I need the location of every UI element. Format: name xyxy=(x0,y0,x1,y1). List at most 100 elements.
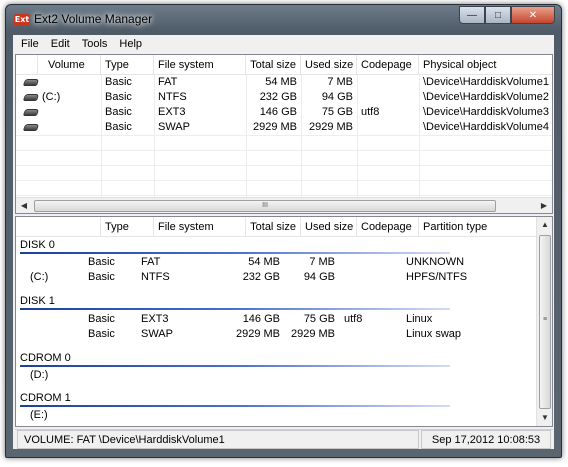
maximize-button[interactable]: □ xyxy=(485,6,511,24)
volume-row[interactable]: (C:) Basic NTFS 232 GB 94 GB \Device\Har… xyxy=(16,90,552,105)
column-header-icon[interactable] xyxy=(16,55,38,75)
volume-type: Basic xyxy=(105,91,132,103)
column-header-volume[interactable]: Volume xyxy=(38,55,101,75)
volume-letter xyxy=(38,75,101,90)
scroll-left-arrow-icon[interactable]: ◀ xyxy=(16,198,32,213)
volume-total-size: 146 GB xyxy=(259,106,297,118)
volume-file-system: EXT3 xyxy=(158,106,186,118)
vertical-scroll-thumb[interactable]: ≡ xyxy=(539,235,551,409)
volume-list[interactable]: Volume Type File system Total size Used … xyxy=(15,54,553,214)
partition-type-kind: Basic xyxy=(88,256,115,268)
caption-buttons: — □ ✕ xyxy=(459,6,555,24)
volume-codepage: utf8 xyxy=(361,106,380,118)
partition-codepage: utf8 xyxy=(344,313,363,325)
volume-total-size: 232 GB xyxy=(259,91,297,103)
scroll-down-arrow-icon[interactable]: ▼ xyxy=(537,410,552,426)
column-header-file-system[interactable]: File system xyxy=(154,217,246,237)
horizontal-scrollbar[interactable]: ◀ III ▶ xyxy=(16,197,552,213)
scroll-up-arrow-icon[interactable]: ▲ xyxy=(537,217,552,233)
volume-file-system: NTFS xyxy=(158,91,187,103)
horizontal-scroll-thumb[interactable]: III xyxy=(34,200,496,212)
disk-group-label[interactable]: DISK 1 xyxy=(20,294,55,308)
column-header-partition-type[interactable]: Partition type xyxy=(419,217,538,237)
column-header-physical-object[interactable]: Physical object xyxy=(419,55,552,75)
volume-type: Basic xyxy=(105,106,132,118)
partition-used-size: 75 GB xyxy=(303,313,335,325)
menu-edit[interactable]: Edit xyxy=(45,38,76,50)
disk-icon xyxy=(20,105,40,120)
partition-total-size: 2929 MB xyxy=(235,328,280,340)
ext2-app-icon[interactable]: Ext xyxy=(14,14,30,26)
partition-type: UNKNOWN xyxy=(406,256,465,268)
disk-icon xyxy=(20,90,40,105)
partition-row[interactable]: (C:) Basic NTFS 232 GB 94 GB HPFS/NTFS xyxy=(16,270,538,285)
grid-line xyxy=(16,135,552,136)
column-header-used-size[interactable]: Used size xyxy=(301,55,357,75)
volume-row[interactable]: Basic EXT3 146 GB 75 GB utf8 \Device\Har… xyxy=(16,105,552,120)
partition-total-size: 232 GB xyxy=(242,271,280,283)
window-title: Ext2 Volume Manager xyxy=(34,12,153,26)
menu-help[interactable]: Help xyxy=(113,38,148,50)
column-header-codepage[interactable]: Codepage xyxy=(357,217,419,237)
partition-file-system: SWAP xyxy=(141,328,173,340)
partition-file-system: FAT xyxy=(141,256,161,268)
vertical-scrollbar[interactable]: ▲ ≡ ▼ xyxy=(536,217,552,426)
partition-row[interactable]: Basic EXT3 146 GB 75 GB utf8 Linux xyxy=(16,312,538,327)
menu-file[interactable]: File xyxy=(15,38,45,50)
column-header-used-size[interactable]: Used size xyxy=(301,217,357,237)
disk-group-label[interactable]: DISK 0 xyxy=(20,238,55,252)
column-header-type[interactable]: Type xyxy=(101,55,154,75)
partition-row[interactable]: Basic SWAP 2929 MB 2929 MB Linux swap xyxy=(16,327,538,342)
volume-total-size: 2929 MB xyxy=(252,121,297,133)
partition-type: HPFS/NTFS xyxy=(406,271,468,283)
disk-group-label[interactable]: CDROM 0 xyxy=(20,351,71,365)
column-header-file-system[interactable]: File system xyxy=(154,55,246,75)
partition-row[interactable]: (E:) xyxy=(16,408,538,423)
partition-codepage xyxy=(340,270,402,285)
disk-icon xyxy=(20,120,40,135)
grid-line xyxy=(16,150,552,151)
volume-row[interactable]: Basic FAT 54 MB 7 MB \Device\HarddiskVol… xyxy=(16,75,552,90)
close-button[interactable]: ✕ xyxy=(511,6,555,24)
grid-line xyxy=(16,180,552,181)
disk-list[interactable]: Type File system Total size Used size Co… xyxy=(15,216,553,427)
partition-file-system: NTFS xyxy=(141,271,170,283)
volume-codepage xyxy=(357,120,419,135)
volume-codepage xyxy=(357,75,419,90)
menu-bar: File Edit Tools Help xyxy=(13,35,554,53)
group-separator xyxy=(20,308,450,310)
grid-line xyxy=(16,195,552,196)
minimize-button[interactable]: — xyxy=(459,6,485,24)
column-header-total-size[interactable]: Total size xyxy=(246,217,301,237)
status-bar: VOLUME: FAT \Device\HarddiskVolume1 Sep … xyxy=(15,429,553,449)
menu-tools[interactable]: Tools xyxy=(76,38,114,50)
partition-row[interactable]: Basic FAT 54 MB 7 MB UNKNOWN xyxy=(16,255,538,270)
volume-used-size: 7 MB xyxy=(327,76,353,88)
volume-physical-object: \Device\HarddiskVolume4 xyxy=(423,121,549,133)
volume-used-size: 2929 MB xyxy=(308,121,353,133)
title-bar[interactable]: Ext Ext2 Volume Manager — □ ✕ xyxy=(6,5,561,35)
volume-file-system: SWAP xyxy=(158,121,190,133)
volume-list-header: Volume Type File system Total size Used … xyxy=(16,55,552,75)
column-header-total-size[interactable]: Total size xyxy=(246,55,301,75)
partition-file-system: EXT3 xyxy=(141,313,169,325)
volume-codepage xyxy=(357,90,419,105)
scroll-grip-icon: III xyxy=(262,202,268,209)
partition-used-size: 2929 MB xyxy=(290,328,335,340)
partition-type: Linux swap xyxy=(406,328,462,340)
volume-physical-object: \Device\HarddiskVolume2 xyxy=(423,91,549,103)
volume-row[interactable]: Basic SWAP 2929 MB 2929 MB \Device\Hardd… xyxy=(16,120,552,135)
partition-type-kind: Basic xyxy=(88,313,115,325)
scroll-right-arrow-icon[interactable]: ▶ xyxy=(536,198,552,213)
column-header-codepage[interactable]: Codepage xyxy=(357,55,419,75)
partition-row[interactable]: (D:) xyxy=(16,368,538,383)
partition-codepage xyxy=(340,327,402,342)
column-header-volume[interactable] xyxy=(16,217,101,237)
disk-group-label[interactable]: CDROM 1 xyxy=(20,391,71,405)
column-header-type[interactable]: Type xyxy=(101,217,154,237)
volume-file-system: FAT xyxy=(158,76,178,88)
partition-used-size: 7 MB xyxy=(309,256,335,268)
partition-type-kind: Basic xyxy=(88,271,115,283)
volume-type: Basic xyxy=(105,121,132,133)
volume-physical-object: \Device\HarddiskVolume3 xyxy=(423,106,549,118)
